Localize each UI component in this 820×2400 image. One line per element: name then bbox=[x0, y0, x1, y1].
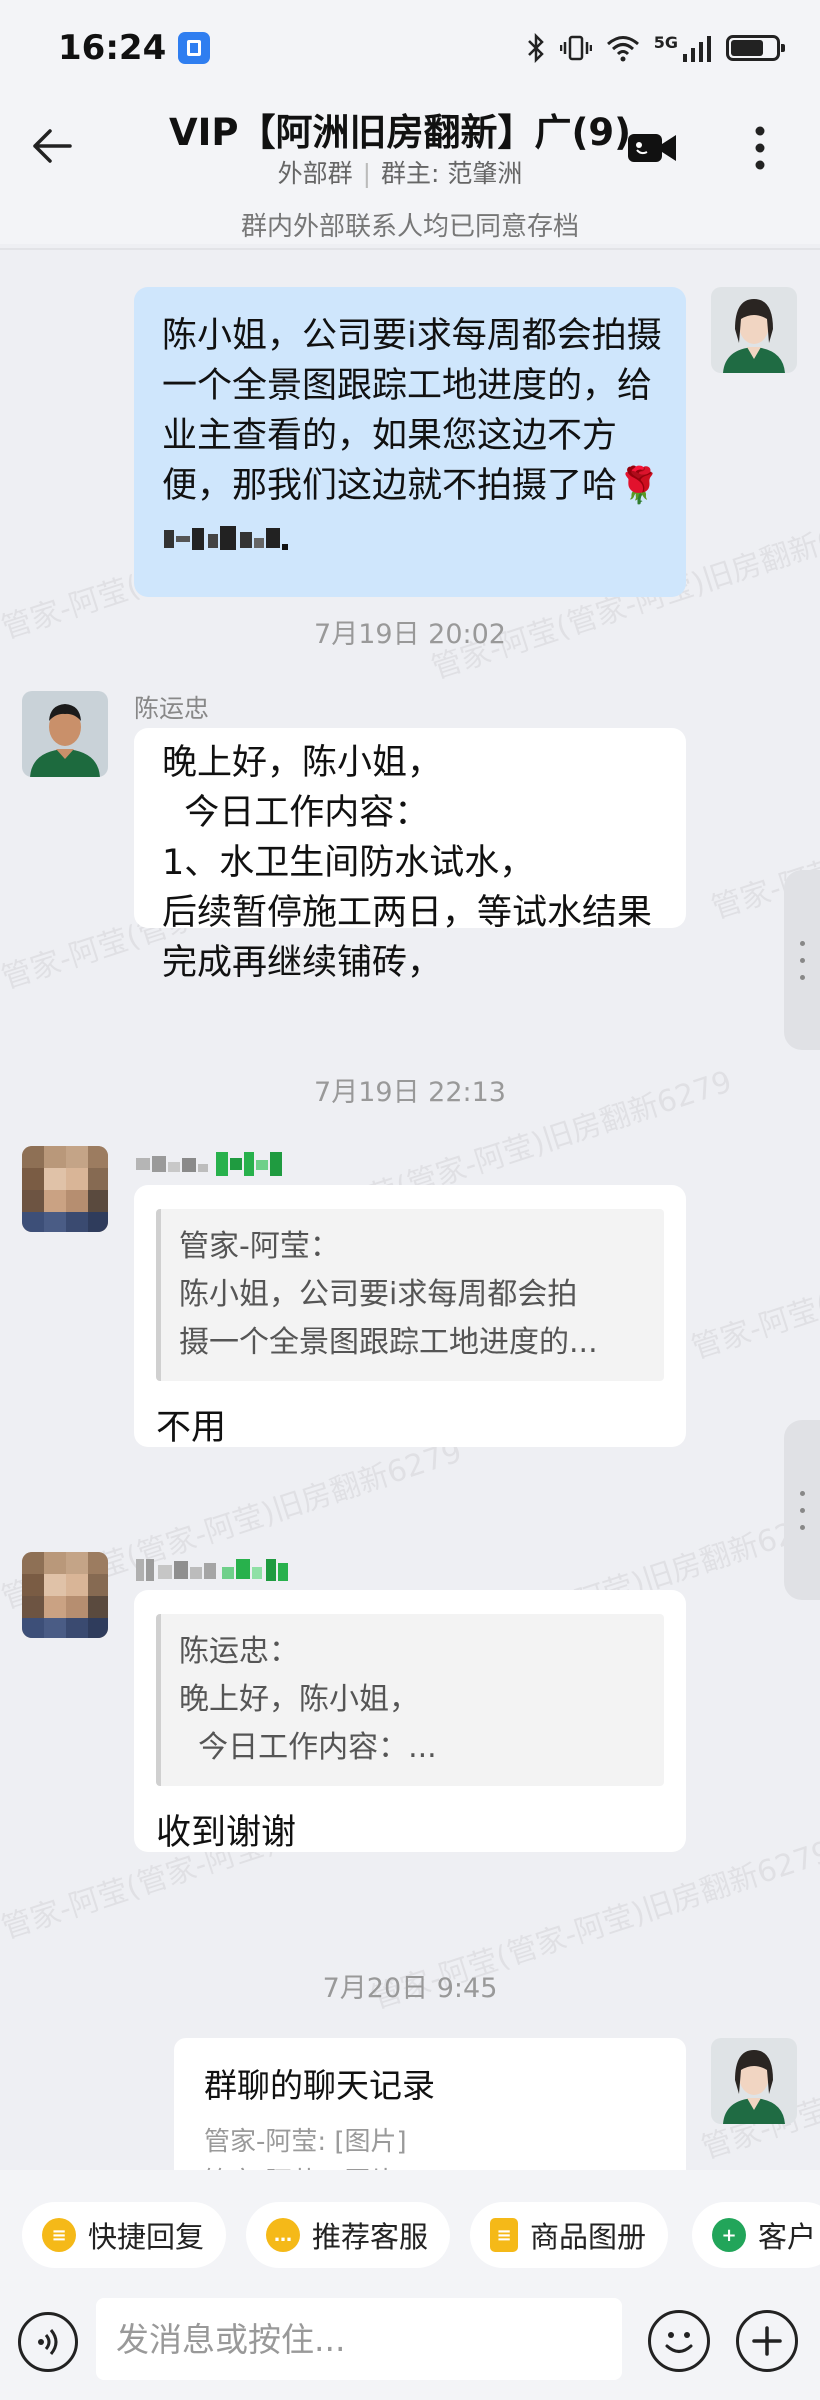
sender-name-pixelated bbox=[136, 1559, 288, 1581]
group-type-label: 外部群 bbox=[277, 159, 353, 188]
group-title[interactable]: VIP【阿洲旧房翻新】广(9) bbox=[150, 102, 650, 156]
message-text: 不用 bbox=[156, 1408, 227, 1448]
network-type: 5G bbox=[653, 33, 678, 52]
timestamp: 7月19日 22:13 bbox=[314, 1077, 506, 1108]
side-drawer-handle[interactable] bbox=[784, 870, 820, 1050]
contact-icon: + bbox=[712, 2218, 746, 2252]
more-actions-button[interactable] bbox=[736, 2310, 798, 2372]
my-avatar[interactable] bbox=[711, 2038, 797, 2124]
sender-avatar[interactable] bbox=[22, 1146, 108, 1232]
my-avatar[interactable] bbox=[711, 287, 797, 373]
chat-record-card[interactable]: 群聊的聊天记录 管家-阿莹: [图片] 管家-阿莹: [图片] bbox=[174, 2038, 686, 2170]
sender-avatar[interactable] bbox=[22, 1552, 108, 1638]
message-bubble-other[interactable]: 晚上好，陈小姐， 今日工作内容： 1、水卫生间防水试水， 后续暂停施工两日，等试… bbox=[134, 728, 686, 983]
status-bar: 16:24 5G bbox=[0, 0, 820, 96]
timestamp: 7月20日 9:45 bbox=[322, 1973, 498, 2004]
message-bubble-self[interactable]: 陈小姐，公司要i求每周都会拍摄一个全景图跟踪工地进度的，给业主查看的，如果您这边… bbox=[134, 287, 686, 597]
sender-avatar[interactable] bbox=[22, 691, 108, 777]
back-arrow-icon bbox=[33, 129, 72, 163]
smiley-icon bbox=[665, 2332, 693, 2353]
chat-record-line: 管家-阿莹: [图片] bbox=[204, 2162, 656, 2170]
recommend-service-button[interactable]: … 推荐客服 bbox=[246, 2202, 451, 2268]
chat-record-title: 群聊的聊天记录 bbox=[204, 2066, 435, 2105]
message-text: 晚上好，陈小姐， 今日工作内容： 1、水卫生间防水试水， 后续暂停施工两日，等试… bbox=[162, 743, 653, 983]
message-bubble-other[interactable]: 陈运忠： 晚上好，陈小姐， 今日工作内容：... 收到谢谢 bbox=[134, 1590, 686, 1853]
quick-reply-icon: ≡ bbox=[42, 2218, 76, 2252]
message-text: 收到谢谢 bbox=[156, 1813, 297, 1853]
quoted-message[interactable]: 陈运忠： 晚上好，陈小姐， 今日工作内容：... bbox=[156, 1614, 664, 1786]
more-vertical-icon bbox=[755, 126, 765, 170]
plus-icon bbox=[752, 2326, 782, 2356]
more-options-button[interactable] bbox=[736, 118, 784, 178]
wifi-icon bbox=[606, 36, 639, 62]
sender-name-pixelated bbox=[136, 1152, 282, 1176]
quick-reply-button[interactable]: ≡ 快捷回复 bbox=[22, 2202, 227, 2268]
quick-action-bar[interactable]: ≡ 快捷回复 … 推荐客服 ≡ 商品图册 + 客户 bbox=[0, 2170, 820, 2288]
pixelated-redacted-text bbox=[164, 526, 288, 550]
message-text: 陈小姐，公司要i求每周都会拍摄一个全景图跟踪工地进度的，给业主查看的，如果您这边… bbox=[162, 311, 662, 561]
group-owner-label: 群主: 范肇洲 bbox=[381, 159, 523, 188]
battery-icon bbox=[726, 35, 785, 61]
vibrate-icon bbox=[559, 35, 592, 61]
signal-icon bbox=[683, 36, 711, 62]
voice-icon bbox=[38, 2329, 58, 2355]
voice-input-button[interactable] bbox=[18, 2312, 78, 2372]
group-subtitle: 外部群 | 群主: 范肇洲 bbox=[150, 154, 650, 190]
archive-notice: 群内外部联系人均已同意存档 bbox=[240, 212, 579, 242]
chat-record-line: 管家-阿莹: [图片] bbox=[204, 2127, 407, 2157]
input-bar bbox=[0, 2288, 820, 2400]
back-button[interactable] bbox=[24, 118, 80, 174]
product-catalog-button[interactable]: ≡ 商品图册 bbox=[470, 2202, 669, 2268]
message-input[interactable] bbox=[96, 2298, 622, 2380]
status-time: 16:24 bbox=[58, 28, 167, 68]
chat-header: VIP【阿洲旧房翻新】广(9) 外部群 | 群主: 范肇洲 群内外部联系人均已同意存… bbox=[0, 96, 820, 244]
app-notification-icon bbox=[178, 32, 211, 64]
customer-button[interactable]: + 客户 bbox=[692, 2202, 820, 2268]
sender-name: 陈运忠 bbox=[134, 694, 210, 723]
catalog-icon: ≡ bbox=[490, 2218, 518, 2252]
bluetooth-icon bbox=[527, 33, 544, 63]
chat-message-list[interactable]: 管家-阿莹(管家-阿莹)旧房翻新6279 管家-阿莹(管家-阿莹)旧房翻新627… bbox=[0, 250, 820, 2170]
message-bubble-other[interactable]: 管家-阿莹： 陈小姐，公司要i求每周都会拍 摄一个全景图跟踪工地进度的... 不… bbox=[134, 1185, 686, 1448]
emoji-button[interactable] bbox=[648, 2310, 710, 2372]
quoted-message[interactable]: 管家-阿莹： 陈小姐，公司要i求每周都会拍 摄一个全景图跟踪工地进度的... bbox=[156, 1209, 664, 1381]
video-call-button[interactable] bbox=[624, 120, 680, 176]
chat-bubble-icon: … bbox=[266, 2218, 300, 2252]
watermark: 管家-阿莹(管家-阿莹)旧房翻新6279 bbox=[687, 1184, 820, 1367]
separator: | bbox=[362, 159, 372, 188]
side-drawer-handle[interactable] bbox=[784, 1420, 820, 1600]
timestamp: 7月19日 20:02 bbox=[314, 619, 506, 650]
video-camera-icon bbox=[628, 134, 676, 162]
